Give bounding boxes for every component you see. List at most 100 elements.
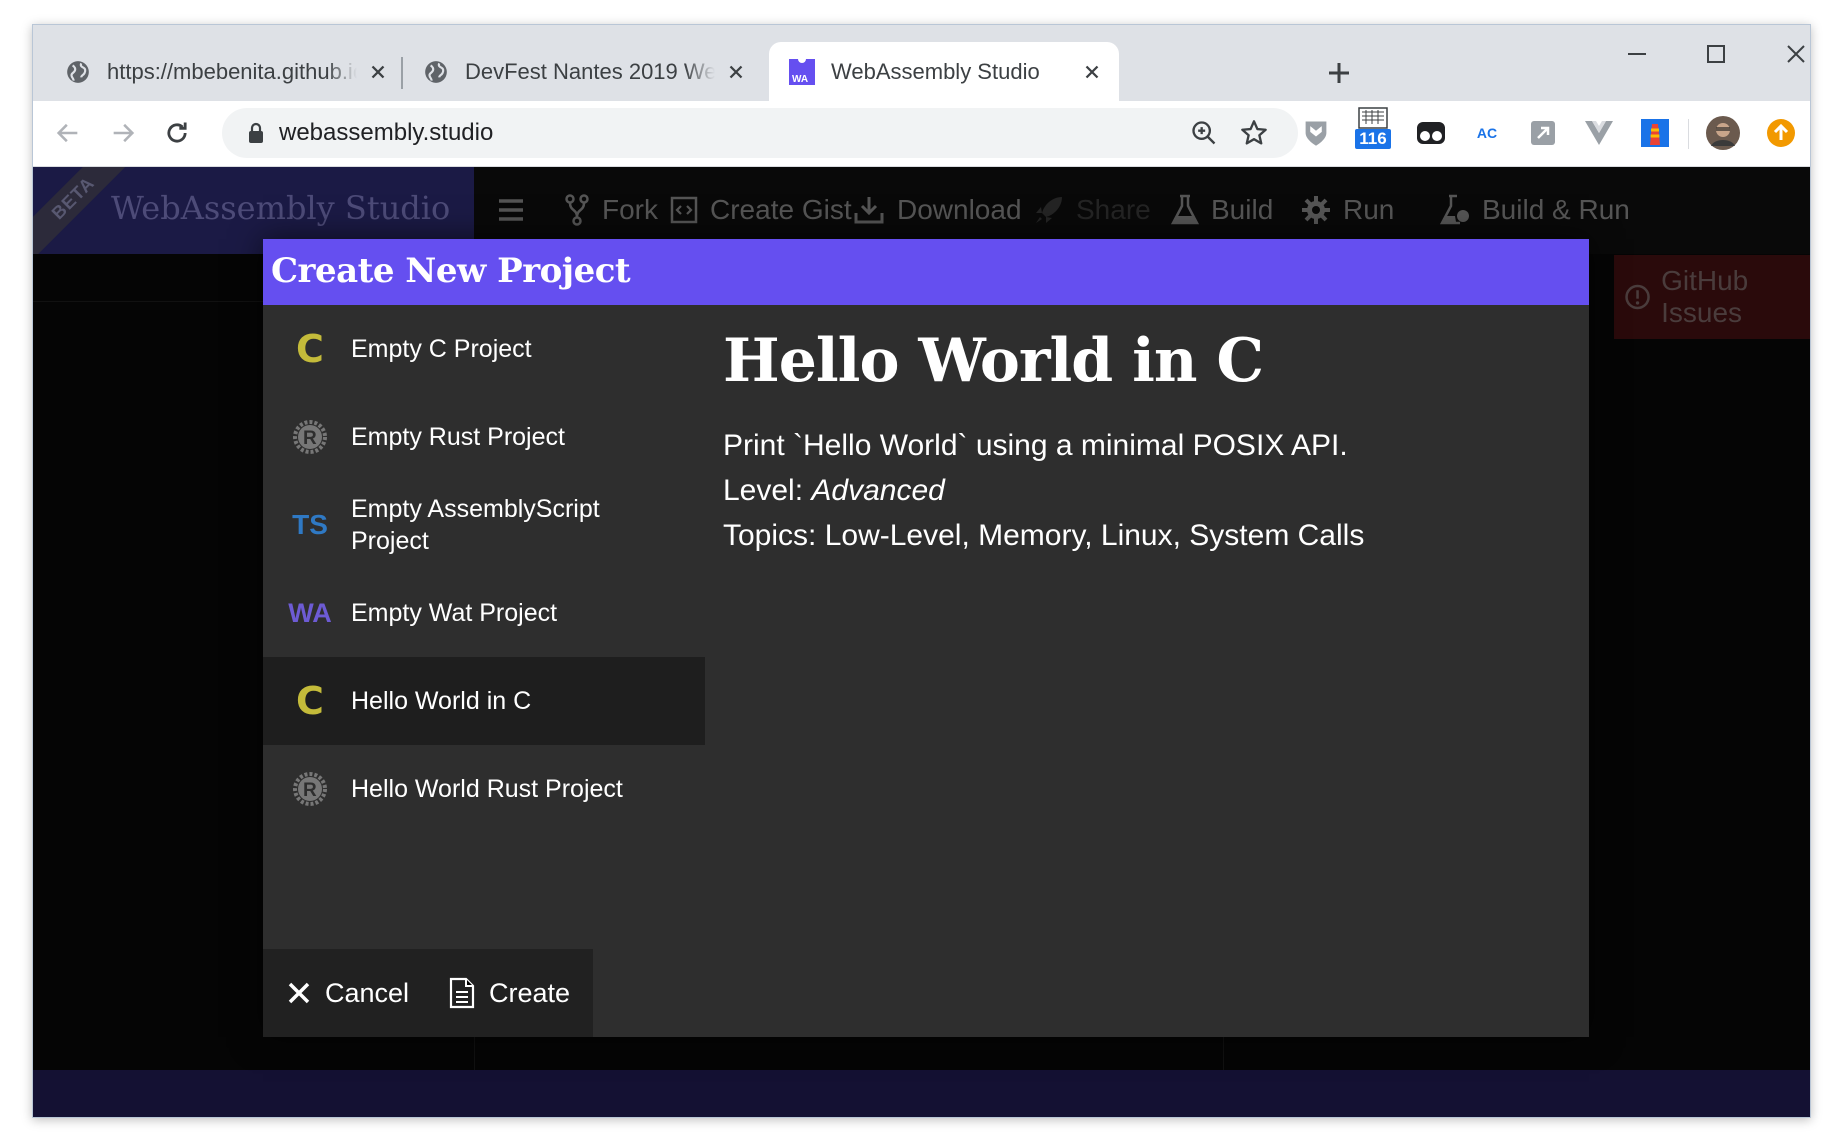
extension-shield[interactable]	[1296, 113, 1336, 153]
lock-icon[interactable]	[246, 121, 266, 145]
fork-button[interactable]: Fork	[564, 189, 658, 231]
level-label: Level:	[723, 474, 804, 507]
c-lang-icon-glyph: C	[296, 679, 324, 723]
update-button[interactable]	[1761, 113, 1801, 153]
profile-avatar[interactable]	[1703, 113, 1743, 153]
typescript-icon: TS	[275, 509, 345, 541]
github-issues-label: GitHub Issues	[1661, 265, 1749, 328]
browser-toolbar: webassembly.studio 116 AC	[33, 101, 1810, 167]
template-item-empty-rust[interactable]: R Empty Rust Project	[263, 393, 705, 481]
build-button[interactable]: Build	[1171, 189, 1273, 231]
svg-text:R: R	[303, 428, 317, 449]
c-lang-icon: C	[275, 679, 345, 723]
address-bar[interactable]: webassembly.studio	[222, 108, 1298, 158]
template-detail: Hello World in C Print `Hello World` usi…	[723, 329, 1559, 558]
create-button[interactable]: Create	[449, 973, 570, 1013]
template-item-hello-world-c[interactable]: C Hello World in C	[263, 657, 705, 745]
download-button[interactable]: Download	[853, 189, 1022, 231]
rust-icon: R	[275, 419, 345, 455]
tab-webassembly-studio[interactable]: WA WebAssembly Studio	[769, 42, 1119, 101]
download-icon	[854, 197, 884, 224]
vue-icon	[1585, 121, 1613, 145]
rocket-icon	[1036, 197, 1062, 223]
flask-run-icon	[1440, 194, 1469, 225]
reload-icon	[167, 122, 187, 143]
external-link-icon	[1531, 121, 1555, 145]
forward-button[interactable]	[103, 113, 143, 153]
cancel-label: Cancel	[325, 977, 410, 1008]
share-button[interactable]: Share	[1034, 189, 1151, 231]
menu-button[interactable]	[496, 189, 538, 231]
tab-devfest[interactable]: DevFest Nantes 2019 WebAssembly	[413, 42, 757, 101]
create-gist-button[interactable]: Create Gist	[670, 189, 852, 231]
arrow-right-icon	[113, 123, 135, 143]
maximize-icon[interactable]	[1701, 39, 1731, 69]
build-run-button[interactable]: Build & Run	[1440, 189, 1630, 231]
browser-window: https://mbebenita.github.io/WasmExplorer…	[32, 24, 1811, 1118]
tab-strip: https://mbebenita.github.io/WasmExplorer…	[33, 25, 1810, 101]
detail-topics: Topics: Low-Level, Memory, Linux, System…	[723, 519, 1365, 552]
document-icon	[449, 977, 475, 1009]
back-button[interactable]	[48, 113, 88, 153]
close-icon[interactable]	[725, 61, 747, 83]
build-label: Build	[1211, 194, 1274, 225]
template-item-hello-world-rust[interactable]: R Hello World Rust Project	[263, 745, 705, 833]
url-text: webassembly.studio	[279, 119, 494, 146]
wat-icon: WA	[275, 598, 345, 629]
c-lang-icon: C	[275, 327, 345, 371]
template-list: C Empty C Project R Empty Rust Project T…	[263, 305, 705, 833]
reload-button[interactable]	[157, 113, 197, 153]
toolbar-divider	[1688, 119, 1689, 149]
globe-icon	[67, 60, 89, 83]
template-label: Empty Wat Project	[351, 599, 558, 627]
tab-title: WebAssembly Studio	[831, 58, 1040, 84]
detail-title: Hello World in C	[723, 326, 1264, 396]
extension-vue[interactable]	[1579, 113, 1619, 153]
level-value: Advanced	[811, 474, 945, 507]
template-item-empty-wat[interactable]: WA Empty Wat Project	[263, 569, 705, 657]
close-icon	[288, 982, 310, 1004]
arrow-left-icon	[56, 123, 78, 143]
close-window-icon[interactable]	[1781, 39, 1811, 69]
template-item-empty-c[interactable]: C Empty C Project	[263, 305, 705, 393]
globe-icon	[425, 60, 447, 83]
dialog-title: Create New Project	[271, 251, 631, 291]
extension-badge[interactable]: 116	[1353, 107, 1393, 159]
run-label: Run	[1343, 194, 1395, 225]
share-label: Share	[1076, 194, 1151, 225]
fork-label: Fork	[602, 194, 658, 225]
extension-external[interactable]	[1523, 113, 1563, 153]
detail-description: Print `Hello World` using a minimal POSI…	[723, 429, 1348, 462]
cancel-button[interactable]: Cancel	[287, 973, 409, 1013]
zoom-icon[interactable]	[1190, 119, 1218, 147]
extension-badge-count: 116	[1355, 129, 1391, 149]
glasses-icon	[1417, 122, 1445, 144]
github-issues-button[interactable]: GitHub Issues	[1614, 255, 1810, 339]
template-item-empty-assemblyscript[interactable]: TS Empty AssemblyScript Project	[263, 481, 705, 569]
flask-icon	[1171, 194, 1199, 225]
template-label: Empty Rust Project	[351, 423, 565, 451]
template-label: Empty AssemblyScript Project	[351, 495, 600, 555]
extension-glasses[interactable]	[1411, 113, 1451, 153]
extension-lighthouse[interactable]	[1635, 113, 1675, 153]
close-icon[interactable]	[1081, 61, 1103, 83]
wa-logo-icon: WA	[789, 58, 815, 85]
rust-icon: R	[275, 771, 345, 807]
typescript-icon-glyph: TS	[292, 509, 328, 540]
fork-icon	[565, 194, 589, 226]
close-icon[interactable]	[367, 61, 389, 83]
detail-level: Level: Advanced	[723, 468, 1559, 513]
create-gist-label: Create Gist	[710, 194, 852, 225]
extension-ac[interactable]: AC	[1467, 113, 1507, 153]
bookmark-star-icon[interactable]	[1240, 119, 1268, 147]
new-tab-plus-icon[interactable]	[1324, 58, 1354, 88]
grid-extension-icon	[1358, 107, 1388, 129]
tab-title: https://mbebenita.github.io/WasmExplorer…	[107, 58, 357, 84]
tab-wasm-explorer[interactable]: https://mbebenita.github.io/WasmExplorer…	[55, 42, 399, 101]
run-button[interactable]: Run	[1301, 189, 1394, 231]
minimize-icon[interactable]	[1622, 39, 1652, 69]
gear-icon	[1302, 196, 1330, 224]
c-lang-icon-glyph: C	[296, 327, 324, 371]
wat-icon-glyph: WA	[288, 597, 332, 628]
svg-text:WA: WA	[792, 74, 808, 85]
